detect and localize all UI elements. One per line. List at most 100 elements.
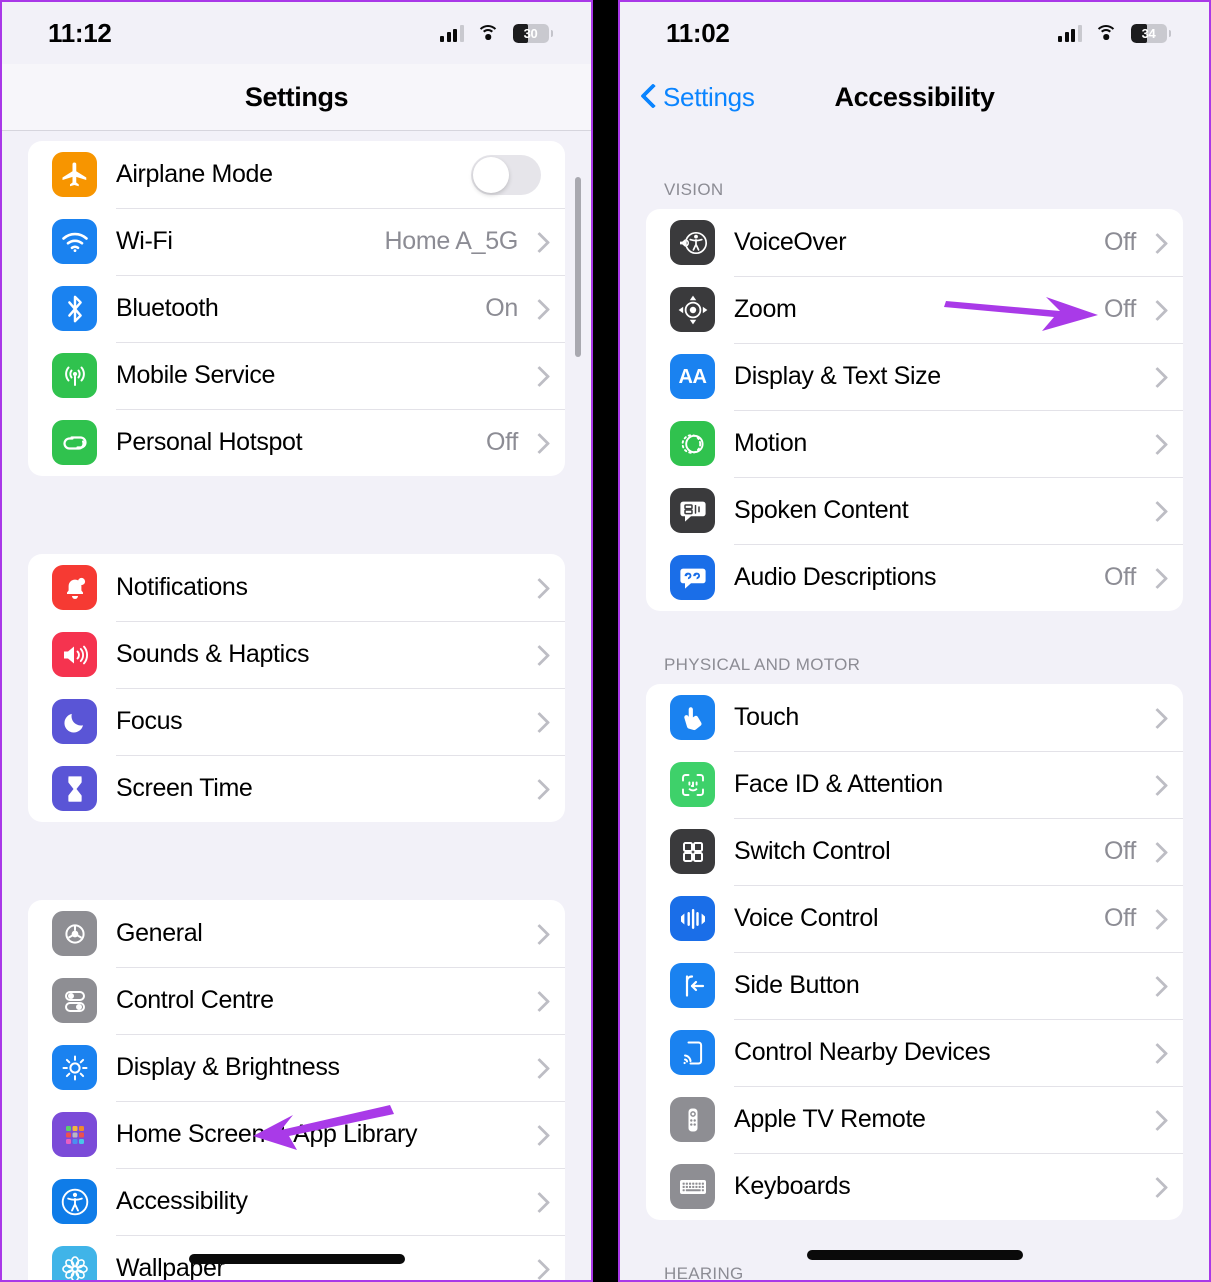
motion-icon <box>670 421 715 466</box>
status-icon-group: 34 <box>1058 23 1171 43</box>
row-sounds-haptics[interactable]: Sounds & Haptics <box>28 621 565 688</box>
row-voiceover[interactable]: VoiceOver Off <box>646 209 1183 276</box>
battery-level-label: 30 <box>523 25 538 41</box>
chevron-right-icon <box>532 779 543 798</box>
moon-icon <box>52 699 97 744</box>
section-header-hearing: HEARING <box>664 1264 744 1280</box>
row-label: Face ID & Attention <box>734 770 943 798</box>
row-spoken-content[interactable]: Spoken Content <box>646 477 1183 544</box>
row-label: Mobile Service <box>116 361 276 389</box>
row-voice-control[interactable]: Voice Control Off <box>646 885 1183 952</box>
side-button-icon <box>670 963 715 1008</box>
row-display-brightness[interactable]: Display & Brightness <box>28 1034 565 1101</box>
wifi-icon <box>476 24 500 42</box>
panel-divider <box>593 0 618 1282</box>
row-label: Motion <box>734 429 807 457</box>
touch-hand-icon <box>670 695 715 740</box>
airplane-icon <box>52 152 97 197</box>
cellular-bars-icon <box>1058 24 1082 42</box>
left-status-bar: 11:12 30 <box>2 2 591 64</box>
row-focus[interactable]: Focus <box>28 688 565 755</box>
row-switch-control[interactable]: Switch Control Off <box>646 818 1183 885</box>
row-value: Off <box>1104 837 1136 865</box>
bell-icon <box>52 565 97 610</box>
row-label: Notifications <box>116 573 248 601</box>
chevron-right-icon <box>1150 1043 1161 1062</box>
row-airplane-mode[interactable]: Airplane Mode <box>28 141 565 208</box>
chevron-right-icon <box>532 366 543 385</box>
switch-control-grid-icon <box>670 829 715 874</box>
hotspot-link-icon <box>52 420 97 465</box>
aa-text-size-icon: AA <box>670 354 715 399</box>
row-label: Accessibility <box>116 1187 248 1215</box>
row-mobile-service[interactable]: Mobile Service <box>28 342 565 409</box>
back-to-settings-button[interactable]: Settings <box>640 82 755 113</box>
row-general[interactable]: General <box>28 900 565 967</box>
chevron-right-icon <box>1150 300 1161 319</box>
row-label: Airplane Mode <box>116 160 273 188</box>
right-status-bar: 11:02 34 <box>620 2 1209 64</box>
row-label: General <box>116 919 203 947</box>
chevron-right-icon <box>532 645 543 664</box>
two-phone-comparison: 11:12 30 Settings Airplane Mode Wi-Fi Ho… <box>0 0 1211 1282</box>
brightness-sun-icon <box>52 1045 97 1090</box>
row-touch[interactable]: Touch <box>646 684 1183 751</box>
row-label: Personal Hotspot <box>116 428 303 456</box>
row-control-centre[interactable]: Control Centre <box>28 967 565 1034</box>
section-header-vision: VISION <box>664 180 724 199</box>
row-personal-hotspot[interactable]: Personal Hotspot Off <box>28 409 565 476</box>
chevron-right-icon <box>1150 775 1161 794</box>
row-wifi[interactable]: Wi-Fi Home A_5G <box>28 208 565 275</box>
row-value: Off <box>1104 295 1136 323</box>
chevron-right-icon <box>532 924 543 943</box>
airplane-mode-toggle[interactable] <box>471 154 541 195</box>
row-audio-descriptions[interactable]: Audio Descriptions Off <box>646 544 1183 611</box>
chevron-right-icon <box>1150 434 1161 453</box>
status-clock: 11:12 <box>48 17 112 48</box>
status-icon-group: 30 <box>440 23 553 43</box>
row-label: Side Button <box>734 971 860 999</box>
row-display-text-size[interactable]: AA Display & Text Size <box>646 343 1183 410</box>
row-label: Screen Time <box>116 774 253 802</box>
chevron-right-icon <box>1150 909 1161 928</box>
row-accessibility[interactable]: Accessibility <box>28 1168 565 1235</box>
row-label: Keyboards <box>734 1172 851 1200</box>
voice-waveform-icon <box>670 896 715 941</box>
row-notifications[interactable]: Notifications <box>28 554 565 621</box>
connectivity-group: Airplane Mode Wi-Fi Home A_5G Bluetooth … <box>28 141 565 476</box>
row-zoom[interactable]: Zoom Off <box>646 276 1183 343</box>
right-scroll-area[interactable]: VISION VoiceOver Off Zoom Off AA Display… <box>620 130 1209 1280</box>
row-value: On <box>485 294 518 322</box>
audio-descriptions-icon <box>670 555 715 600</box>
vision-group: VoiceOver Off Zoom Off AA Display & Text… <box>646 209 1183 611</box>
row-control-nearby-devices[interactable]: Control Nearby Devices <box>646 1019 1183 1086</box>
row-motion[interactable]: Motion <box>646 410 1183 477</box>
row-home-screen-app-library[interactable]: Home Screen & App Library <box>28 1101 565 1168</box>
chevron-right-icon <box>1150 708 1161 727</box>
row-label: Wi-Fi <box>116 227 173 255</box>
left-scroll-area[interactable]: Airplane Mode Wi-Fi Home A_5G Bluetooth … <box>2 130 591 1280</box>
app-grid-icon <box>52 1112 97 1157</box>
row-label: Display & Brightness <box>116 1053 340 1081</box>
row-side-button[interactable]: Side Button <box>646 952 1183 1019</box>
gear-icon <box>52 911 97 956</box>
row-bluetooth[interactable]: Bluetooth On <box>28 275 565 342</box>
wifi-icon <box>52 219 97 264</box>
row-screen-time[interactable]: Screen Time <box>28 755 565 822</box>
row-label: Voice Control <box>734 904 879 932</box>
chevron-right-icon <box>1150 1177 1161 1196</box>
row-label: Apple TV Remote <box>734 1105 926 1133</box>
row-keyboards[interactable]: Keyboards <box>646 1153 1183 1220</box>
wallpaper-flower-icon <box>52 1246 97 1280</box>
row-label: Control Nearby Devices <box>734 1038 991 1066</box>
chevron-right-icon <box>1150 976 1161 995</box>
row-face-id-attention[interactable]: Face ID & Attention <box>646 751 1183 818</box>
antenna-icon <box>52 353 97 398</box>
chevron-right-icon <box>1150 501 1161 520</box>
row-apple-tv-remote[interactable]: Apple TV Remote <box>646 1086 1183 1153</box>
battery-level-label: 34 <box>1141 25 1156 41</box>
row-label: Display & Text Size <box>734 362 941 390</box>
vertical-scrollbar[interactable] <box>575 177 581 357</box>
system-group: General Control Centre Display & Brightn… <box>28 900 565 1280</box>
accessibility-icon <box>52 1179 97 1224</box>
